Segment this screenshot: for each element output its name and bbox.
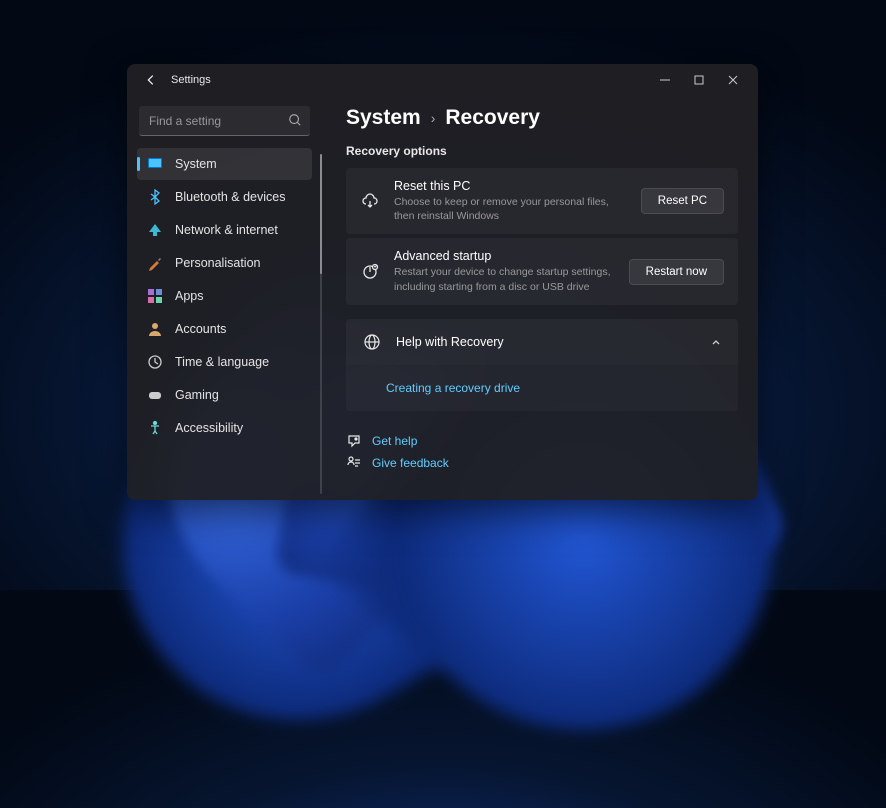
get-help-link[interactable]: Get help xyxy=(346,433,738,449)
search-input[interactable] xyxy=(139,106,310,136)
sidebar-item-apps[interactable]: Apps xyxy=(137,280,312,312)
reset-pc-card: Reset this PC Choose to keep or remove y… xyxy=(346,168,738,234)
sidebar-item-label: Personalisation xyxy=(175,256,260,270)
breadcrumb-root[interactable]: System xyxy=(346,106,421,130)
sidebar-item-network[interactable]: Network & internet xyxy=(137,214,312,246)
breadcrumb: System › Recovery xyxy=(346,106,738,130)
apps-icon xyxy=(147,288,163,304)
sidebar-item-accessibility[interactable]: Accessibility xyxy=(137,412,312,444)
link-label: Get help xyxy=(372,434,417,448)
display-icon xyxy=(147,156,163,172)
give-feedback-link[interactable]: Give feedback xyxy=(346,455,738,471)
sidebar: System Bluetooth & devices Network & int… xyxy=(127,96,322,500)
card-desc: Restart your device to change startup se… xyxy=(394,265,619,293)
wifi-icon xyxy=(147,222,163,238)
back-button[interactable] xyxy=(139,68,163,92)
feedback-icon xyxy=(346,455,362,471)
gaming-icon xyxy=(147,387,163,403)
section-label: Recovery options xyxy=(346,144,738,158)
sidebar-item-label: Apps xyxy=(175,289,204,303)
chevron-right-icon: › xyxy=(431,110,436,126)
card-title: Advanced startup xyxy=(394,249,619,263)
link-label: Give feedback xyxy=(372,456,449,470)
sidebar-item-bluetooth[interactable]: Bluetooth & devices xyxy=(137,181,312,213)
sidebar-item-personalisation[interactable]: Personalisation xyxy=(137,247,312,279)
sidebar-item-label: Accounts xyxy=(175,322,226,336)
accessibility-icon xyxy=(147,420,163,436)
help-expander-header[interactable]: Help with Recovery xyxy=(346,319,738,365)
clock-icon xyxy=(147,354,163,370)
sidebar-item-time[interactable]: Time & language xyxy=(137,346,312,378)
expander-title: Help with Recovery xyxy=(396,335,710,349)
sidebar-item-label: Accessibility xyxy=(175,421,243,435)
titlebar: Settings xyxy=(127,64,758,96)
maximize-button[interactable] xyxy=(682,66,716,94)
card-title: Reset this PC xyxy=(394,179,631,193)
sidebar-item-label: System xyxy=(175,157,217,171)
sidebar-item-label: Time & language xyxy=(175,355,269,369)
reset-icon xyxy=(360,191,380,211)
sidebar-item-system[interactable]: System xyxy=(137,148,312,180)
chevron-up-icon xyxy=(710,336,722,348)
reset-pc-button[interactable]: Reset PC xyxy=(641,188,724,214)
sidebar-item-label: Gaming xyxy=(175,388,219,402)
sidebar-item-gaming[interactable]: Gaming xyxy=(137,379,312,411)
app-title: Settings xyxy=(171,74,211,86)
settings-window: Settings System xyxy=(127,64,758,500)
minimize-button[interactable] xyxy=(648,66,682,94)
globe-icon xyxy=(362,332,382,352)
power-settings-icon xyxy=(360,262,380,282)
main-content: System › Recovery Recovery options Reset… xyxy=(322,96,758,500)
sidebar-item-label: Bluetooth & devices xyxy=(175,190,286,204)
sidebar-item-label: Network & internet xyxy=(175,223,278,237)
recovery-drive-link[interactable]: Creating a recovery drive xyxy=(386,381,520,395)
bluetooth-icon xyxy=(147,189,163,205)
help-icon xyxy=(346,433,362,449)
search-icon xyxy=(288,113,302,132)
person-icon xyxy=(147,321,163,337)
page-title: Recovery xyxy=(445,106,540,130)
help-expander-body: Creating a recovery drive xyxy=(346,365,738,411)
restart-now-button[interactable]: Restart now xyxy=(629,259,724,285)
brush-icon xyxy=(147,255,163,271)
search-box xyxy=(139,106,310,136)
advanced-startup-card: Advanced startup Restart your device to … xyxy=(346,238,738,304)
card-desc: Choose to keep or remove your personal f… xyxy=(394,195,631,223)
sidebar-item-accounts[interactable]: Accounts xyxy=(137,313,312,345)
close-button[interactable] xyxy=(716,66,750,94)
